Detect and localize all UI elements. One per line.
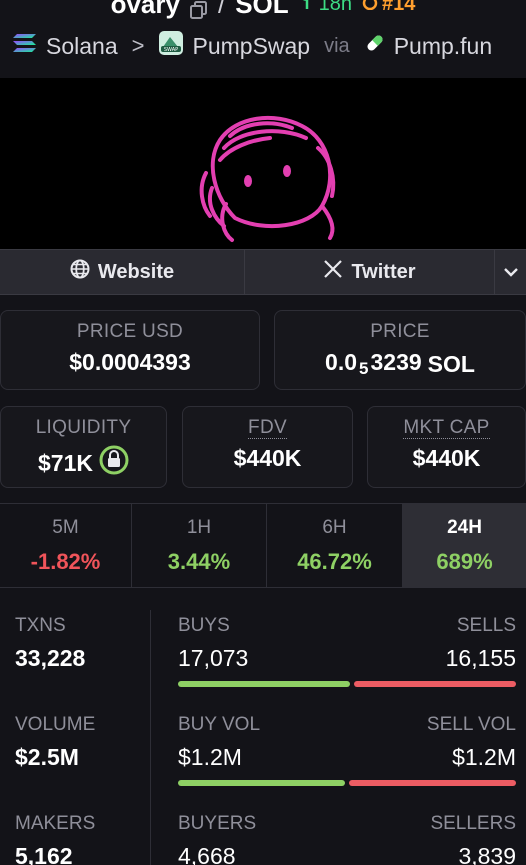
- tab-24h[interactable]: 24H 689%: [403, 504, 526, 587]
- via-label: via: [324, 34, 350, 57]
- token-banner: [0, 78, 526, 250]
- pill-icon: [364, 32, 386, 60]
- chevron-down-icon: [503, 261, 519, 284]
- chain-name[interactable]: Solana: [46, 33, 118, 60]
- tab-change: 3.44%: [167, 548, 231, 574]
- tab-label: 1H: [186, 516, 212, 538]
- timeframe-tabs: 5M -1.82% 1H 3.44% 6H 46.72% 24H 689%: [0, 503, 526, 588]
- sell-vol-label: SELL VOL: [426, 714, 516, 735]
- price-native-zeros: 5: [359, 359, 369, 378]
- svg-text:SWAP: SWAP: [164, 47, 178, 53]
- sells-ratio-bar: [354, 681, 516, 687]
- volume-label: VOLUME: [15, 714, 96, 735]
- dex-name[interactable]: PumpSwap: [192, 33, 310, 60]
- solana-icon: [12, 32, 38, 60]
- price-native-label: PRICE: [370, 321, 430, 342]
- liquidity-value: $71K: [38, 449, 93, 476]
- fdv-label[interactable]: FDV: [248, 418, 287, 439]
- quote-symbol: SOL: [235, 0, 289, 19]
- price-native-value: 0.0 53239 SOL: [275, 349, 525, 379]
- liquidity-box: LIQUIDITY $71K: [0, 406, 167, 488]
- liquidity-label: LIQUIDITY: [35, 417, 132, 438]
- copy-icon[interactable]: [189, 0, 208, 19]
- buy-vol-value: $1.2M: [178, 744, 242, 770]
- pumpswap-icon: SWAP: [158, 30, 184, 62]
- globe-icon: [70, 259, 90, 285]
- sells-value: 16,155: [445, 645, 516, 671]
- buy-vol-ratio-bar: [178, 780, 345, 786]
- website-label: Website: [97, 260, 175, 283]
- tab-label: 24H: [447, 516, 482, 538]
- buyers-label: BUYERS: [178, 813, 257, 834]
- tab-change: 46.72%: [297, 548, 372, 574]
- fdv-box: FDV $440K: [182, 406, 353, 488]
- trending-rank[interactable]: #14: [362, 0, 415, 16]
- txns-value: 33,228: [15, 645, 86, 671]
- sell-vol-ratio-bar: [349, 780, 516, 786]
- lock-icon[interactable]: [99, 445, 129, 481]
- sellers-label: SELLERS: [430, 813, 516, 834]
- tab-1h[interactable]: 1H 3.44%: [132, 504, 267, 587]
- age-text: 18h: [318, 0, 353, 15]
- twitter-label: Twitter: [351, 260, 416, 283]
- tab-label: 5M: [52, 516, 79, 538]
- more-links-button[interactable]: [495, 250, 526, 294]
- tab-change: 689%: [436, 548, 493, 574]
- token-symbol: ovary: [110, 0, 180, 19]
- buys-label: BUYS: [178, 615, 230, 636]
- twitter-button[interactable]: Twitter: [245, 250, 495, 294]
- rank-text: #14: [382, 0, 416, 15]
- pair-age: 18h: [299, 0, 352, 16]
- pair-separator: /: [217, 0, 226, 19]
- price-usd-value: $0.0004393: [69, 349, 191, 375]
- tab-change: -1.82%: [30, 548, 101, 574]
- fdv-value: $440K: [233, 445, 302, 471]
- mktcap-value: $440K: [412, 445, 481, 471]
- sell-vol-value: $1.2M: [452, 744, 516, 770]
- price-usd-label: PRICE USD: [76, 321, 184, 342]
- price-native-box: PRICE 0.0 53239 SOL: [274, 310, 526, 390]
- tab-6h[interactable]: 6H 46.72%: [267, 504, 403, 587]
- social-links: Website Twitter: [0, 249, 526, 295]
- sellers-value: 3,839: [458, 843, 516, 865]
- fire-icon: [362, 0, 378, 16]
- breadcrumb: Solana > SWAP PumpSwap via Pump.fun: [0, 22, 526, 70]
- tab-label: 6H: [322, 516, 347, 538]
- launchpad-name[interactable]: Pump.fun: [394, 33, 492, 60]
- buyers-value: 4,668: [178, 843, 236, 865]
- pair-title: ovary / SOL 18h #14: [0, 0, 526, 22]
- buys-value: 17,073: [178, 645, 249, 671]
- sells-label: SELLS: [456, 615, 516, 636]
- seedling-icon: [299, 0, 315, 16]
- volume-value: $2.5M: [15, 744, 79, 770]
- chevron-right-icon: >: [131, 33, 145, 58]
- makers-value: 5,162: [15, 843, 73, 865]
- tab-5m[interactable]: 5M -1.82%: [0, 504, 132, 587]
- website-button[interactable]: Website: [0, 250, 245, 294]
- buys-ratio-bar: [178, 681, 350, 687]
- price-native-digits: 3239: [370, 349, 422, 375]
- token-face-image: [199, 115, 336, 242]
- stats-divider: [150, 610, 151, 865]
- makers-label: MAKERS: [15, 813, 96, 834]
- x-logo-icon: [323, 259, 343, 285]
- mktcap-box: MKT CAP $440K: [367, 406, 526, 488]
- price-native-unit: SOL: [427, 350, 475, 377]
- mktcap-label[interactable]: MKT CAP: [403, 418, 490, 439]
- price-usd-box: PRICE USD $0.0004393: [0, 310, 260, 390]
- buy-vol-label: BUY VOL: [178, 714, 261, 735]
- liquidity-value-row: $71K: [1, 445, 166, 481]
- txns-label: TXNS: [15, 615, 66, 636]
- price-native-prefix: 0.0: [325, 349, 358, 375]
